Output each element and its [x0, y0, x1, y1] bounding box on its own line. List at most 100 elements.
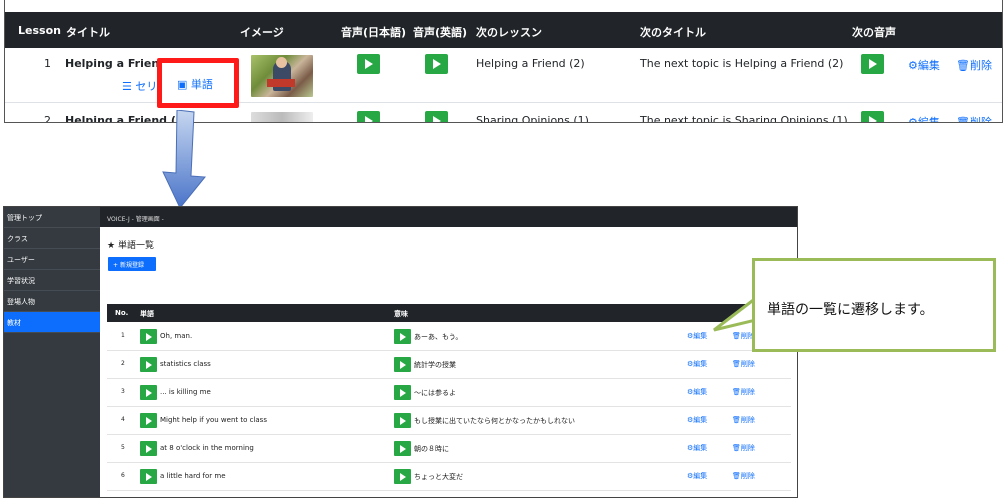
word-text: Oh, man.: [160, 332, 193, 340]
meaning-text: ～には参るよ: [414, 389, 456, 397]
edit-link[interactable]: ⚙編集: [687, 471, 707, 481]
header-no: No.: [115, 309, 129, 317]
serif-link[interactable]: ☰ セリ: [122, 78, 157, 94]
word-list-screenshot: 管理トップ クラス ユーザー 学習状況 登場人物 教材 VOICE-J - 管理…: [3, 206, 798, 498]
edit-link[interactable]: ⚙編集: [687, 331, 707, 341]
header-image: イメージ: [240, 26, 284, 39]
row-number: 6: [121, 472, 125, 479]
play-meaning-button[interactable]: [394, 497, 411, 498]
sidebar-item-users[interactable]: ユーザー: [4, 249, 100, 270]
sidebar-item-materials[interactable]: 教材: [4, 312, 100, 333]
word-text: statistics class: [160, 360, 211, 368]
next-lesson: Sharing Opinions (1): [476, 114, 589, 123]
words-button-highlight: ▣ 単語: [157, 58, 239, 108]
row-number: 1: [121, 332, 125, 339]
word-text: Might help if you went to class: [160, 416, 267, 424]
play-audio-en-button[interactable]: [425, 111, 448, 122]
play-meaning-button[interactable]: [394, 329, 411, 344]
row-number: 4: [121, 416, 125, 423]
play-meaning-button[interactable]: [394, 413, 411, 428]
meaning-text: あーあ、もう。: [414, 333, 463, 341]
table-row: 6 a little hard for me ちょっと大変だ ⚙編集 🗑削除: [107, 463, 791, 491]
row-number: 5: [121, 444, 125, 451]
header-next-lesson: 次のレッスン: [476, 26, 542, 39]
trash-icon: 🗑: [732, 416, 741, 424]
table-row: [107, 491, 791, 498]
word-table-header: No. 単語 意味: [107, 304, 791, 322]
meaning-text: ちょっと大変だ: [414, 473, 463, 481]
play-audio-ja-button[interactable]: [357, 111, 380, 122]
delete-link[interactable]: 🗑削除: [732, 387, 755, 397]
trash-icon: 🗑: [732, 472, 741, 480]
meaning-text: 統計学の授業: [414, 361, 456, 369]
play-meaning-button[interactable]: [394, 469, 411, 484]
trash-icon: 🗑: [732, 360, 741, 368]
edit-link[interactable]: ⚙編集: [687, 415, 707, 425]
edit-link[interactable]: ⚙編集: [908, 57, 940, 73]
row-number: 3: [121, 388, 125, 395]
lesson-number: 1: [44, 57, 51, 70]
delete-link[interactable]: 🗑削除: [956, 114, 992, 122]
word-text: at 8 o'clock in the morning: [160, 444, 254, 452]
play-word-button[interactable]: [140, 329, 157, 344]
header-meaning: 意味: [394, 310, 408, 318]
play-next-audio-button[interactable]: [861, 54, 884, 74]
sidebar-item-admin-top[interactable]: 管理トップ: [4, 207, 100, 228]
delete-link[interactable]: 🗑削除: [732, 359, 755, 369]
play-word-button[interactable]: [140, 497, 157, 498]
sidebar-item-class[interactable]: クラス: [4, 228, 100, 249]
meaning-text: 朝の８時に: [414, 445, 449, 453]
table-row: 1 Oh, man. あーあ、もう。 ⚙編集 🗑削除: [107, 323, 791, 351]
play-word-button[interactable]: [140, 385, 157, 400]
lesson-table-screenshot: Lesson タイトル イメージ 音声(日本語) 音声(英語) 次のレッスン 次…: [4, 0, 1003, 123]
play-word-button[interactable]: [140, 357, 157, 372]
play-audio-ja-button[interactable]: [357, 54, 380, 74]
gear-icon: ⚙: [908, 116, 918, 123]
plus-icon: +: [113, 262, 119, 269]
sidebar-item-characters[interactable]: 登場人物: [4, 291, 100, 312]
play-word-button[interactable]: [140, 469, 157, 484]
next-title: The next topic is Helping a Friend (2): [640, 57, 844, 70]
words-link[interactable]: ▣ 単語: [177, 76, 213, 92]
word-text: a little hard for me: [160, 472, 226, 480]
header-audio-en: 音声(英語): [413, 26, 468, 39]
trash-icon: 🗑: [956, 59, 970, 72]
lesson-thumbnail: [251, 55, 313, 97]
edit-link[interactable]: ⚙編集: [687, 387, 707, 397]
delete-link[interactable]: 🗑削除: [956, 57, 992, 73]
new-register-button[interactable]: + 新規登録: [108, 257, 156, 271]
trash-icon: 🗑: [732, 444, 741, 452]
delete-link[interactable]: 🗑削除: [732, 443, 755, 453]
edit-link[interactable]: ⚙編集: [687, 443, 707, 453]
play-word-button[interactable]: [140, 441, 157, 456]
list-icon: ☰: [122, 80, 132, 93]
star-icon: ★: [107, 241, 116, 251]
play-meaning-button[interactable]: [394, 441, 411, 456]
trash-icon: 🗑: [732, 388, 741, 396]
play-meaning-button[interactable]: [394, 357, 411, 372]
play-word-button[interactable]: [140, 413, 157, 428]
play-audio-en-button[interactable]: [425, 54, 448, 74]
delete-link[interactable]: 🗑削除: [732, 415, 755, 425]
edit-link[interactable]: ⚙編集: [687, 359, 707, 369]
row-divider: [5, 102, 1002, 103]
table-row: 3 ... is killing me ～には参るよ ⚙編集 🗑削除: [107, 379, 791, 407]
header-next-audio: 次の音声: [852, 26, 896, 39]
word-text: ... is killing me: [160, 388, 211, 396]
play-next-audio-button[interactable]: [861, 111, 884, 122]
play-meaning-button[interactable]: [394, 385, 411, 400]
edit-link[interactable]: ⚙編集: [908, 114, 940, 123]
table-row: 4 Might help if you went to class もし授業に出…: [107, 407, 791, 435]
lesson-table-header: Lesson タイトル イメージ 音声(日本語) 音声(英語) 次のレッスン 次…: [5, 12, 1002, 48]
down-arrow-icon: [162, 110, 206, 209]
sidebar-item-progress[interactable]: 学習状況: [4, 270, 100, 291]
header-word: 単語: [140, 310, 154, 318]
header-audio-ja: 音声(日本語): [341, 26, 407, 39]
next-lesson: Helping a Friend (2): [476, 57, 585, 70]
next-title: The next topic is Sharing Opinions (1): [640, 114, 848, 123]
gear-icon: ⚙: [908, 59, 918, 72]
delete-link[interactable]: 🗑削除: [732, 471, 755, 481]
meaning-text: もし授業に出ていたなら何とかなったかもしれない: [414, 417, 575, 425]
table-row: 5 at 8 o'clock in the morning 朝の８時に ⚙編集 …: [107, 435, 791, 463]
callout-text: 単語の一覧に遷移します。: [767, 302, 934, 318]
